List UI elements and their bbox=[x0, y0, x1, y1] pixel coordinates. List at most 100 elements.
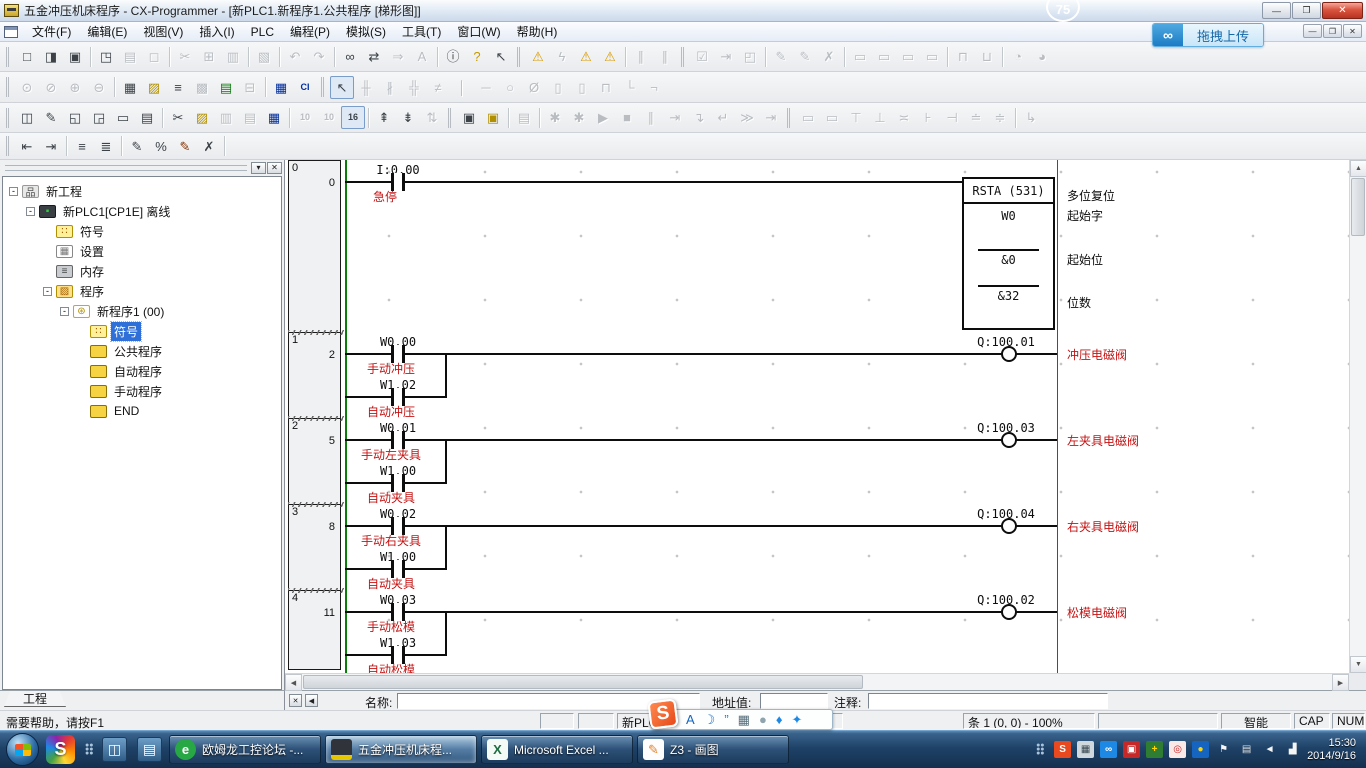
messenger-tray-icon[interactable]: ● bbox=[1192, 741, 1209, 758]
account-icon[interactable]: ● bbox=[759, 713, 767, 726]
indent-rung-button[interactable]: ⇥ bbox=[39, 135, 63, 158]
start-button[interactable] bbox=[6, 733, 39, 766]
window-layout-3-button[interactable]: ◲ bbox=[87, 106, 111, 129]
rung-comment-button[interactable]: ▨ bbox=[142, 76, 166, 99]
sogou-launcher-icon[interactable]: S bbox=[46, 735, 75, 764]
sogou-logo-icon[interactable]: S bbox=[647, 698, 678, 729]
restore-button[interactable]: ❐ bbox=[1292, 2, 1321, 19]
stamp-tray-icon[interactable]: ◎ bbox=[1169, 741, 1186, 758]
tree-item-plc-device[interactable]: -▪新PLC1[CP1E] 离线 bbox=[5, 201, 281, 221]
symbol-bar-button[interactable]: ▤ bbox=[214, 76, 238, 99]
night-mode-icon[interactable]: ☽ bbox=[704, 713, 716, 726]
open-button[interactable]: ◨ bbox=[39, 45, 63, 68]
status-ime-mode[interactable]: 智能 bbox=[1221, 713, 1291, 729]
pen-comment-button[interactable]: ✎ bbox=[173, 135, 197, 158]
comment-input[interactable] bbox=[868, 693, 1108, 709]
watch-prev-button[interactable]: ◀ bbox=[305, 694, 318, 707]
context-help-button[interactable]: ↖ bbox=[489, 45, 513, 68]
help-button[interactable]: ? bbox=[465, 45, 489, 68]
window-layout-2-button[interactable]: ◱ bbox=[63, 106, 87, 129]
drag-upload-button[interactable]: ∞ 拖拽上传 bbox=[1152, 23, 1264, 47]
address-table-button[interactable]: ▦ bbox=[269, 76, 293, 99]
mdi-minimize-button[interactable]: — bbox=[1303, 24, 1322, 38]
menu-item-window[interactable]: 窗口(W) bbox=[449, 23, 508, 41]
differential-down-button[interactable]: ⇟ bbox=[396, 106, 420, 129]
tray-expander[interactable]: ●●●●●● bbox=[1036, 744, 1044, 756]
save-button[interactable]: ▣ bbox=[63, 45, 87, 68]
panel-close-button[interactable]: ✕ bbox=[267, 162, 282, 174]
menu-item-help[interactable]: 帮助(H) bbox=[509, 23, 566, 41]
new-button[interactable]: □ bbox=[15, 45, 39, 68]
media-quick-icon[interactable]: ▤ bbox=[137, 737, 162, 762]
menu-item-insert[interactable]: 插入(I) bbox=[191, 23, 242, 41]
english-mode-icon[interactable]: A bbox=[686, 713, 695, 726]
select-mode-button[interactable]: ↖ bbox=[330, 76, 354, 99]
tree-item-section-manual[interactable]: 手动程序 bbox=[5, 381, 281, 401]
tree-item-new-project[interactable]: -品新工程 bbox=[5, 181, 281, 201]
properties-button[interactable]: ▤ bbox=[135, 106, 159, 129]
tree-expander-icon[interactable]: - bbox=[9, 187, 18, 196]
grid-button[interactable]: ▦ bbox=[118, 76, 142, 99]
tree-item-section-end[interactable]: END bbox=[5, 401, 281, 421]
work-online-simulator-button[interactable]: ▣ bbox=[481, 106, 505, 129]
address-input[interactable] bbox=[760, 693, 828, 709]
menu-item-edit[interactable]: 编辑(E) bbox=[79, 23, 135, 41]
mdi-close-button[interactable]: ✕ bbox=[1343, 24, 1362, 38]
scroll-down-icon[interactable]: ▼ bbox=[1350, 656, 1366, 673]
ladder-diagram[interactable]: 0 0 1 2 2 5 3 8 4 11 bbox=[285, 160, 1349, 673]
taskbar-button-paint[interactable]: ✎Z3 - 画图 bbox=[637, 735, 789, 764]
scroll-left-icon[interactable]: ◀ bbox=[285, 674, 302, 691]
vertical-scrollbar[interactable]: ▲ ▼ bbox=[1349, 160, 1366, 673]
ladder-rung-4[interactable]: W0.03 手动松模 W1.03 自动松模 Q:100.02 松模电磁阀 bbox=[285, 590, 1349, 670]
pen-delete-button[interactable]: ✗ bbox=[197, 135, 221, 158]
cloud-tray-icon[interactable]: ∞ bbox=[1100, 741, 1117, 758]
tree-item-symbols-local[interactable]: ∷符号 bbox=[5, 321, 281, 341]
io-panel-button[interactable]: ▦ bbox=[262, 106, 286, 129]
taskbar-clock[interactable]: 15:30 2014/9/16 bbox=[1307, 737, 1356, 763]
taskbar-button-omron-forum[interactable]: e欧姆龙工控论坛 -... bbox=[169, 735, 321, 764]
ladder-rung-1[interactable]: W0.00 手动冲压 W1.02 自动冲压 Q:100.01 冲压电磁阀 bbox=[285, 332, 1349, 418]
menu-item-program[interactable]: 编程(P) bbox=[282, 23, 338, 41]
vertical-scroll-thumb[interactable] bbox=[1351, 178, 1365, 236]
network-signal-icon[interactable]: ▟ bbox=[1284, 741, 1301, 758]
align-comments-button[interactable]: ≡ bbox=[70, 135, 94, 158]
menu-item-file[interactable]: 文件(F) bbox=[24, 23, 79, 41]
address-reference-button[interactable]: ▨ bbox=[190, 106, 214, 129]
menu-item-plc[interactable]: PLC bbox=[243, 23, 282, 41]
ladder-rung-3[interactable]: W0.02 手动右夹具 W1.00 自动夹具 Q:100.04 右夹具电磁阀 bbox=[285, 504, 1349, 590]
scroll-right-icon[interactable]: ▶ bbox=[1332, 674, 1349, 691]
ci-view-button[interactable]: CI bbox=[293, 76, 317, 99]
scroll-up-icon[interactable]: ▲ bbox=[1350, 160, 1366, 177]
sogou-tray-icon[interactable]: S bbox=[1054, 741, 1071, 758]
tree-item-program-1[interactable]: -⊛新程序1 (00) bbox=[5, 301, 281, 321]
output-coil[interactable] bbox=[1001, 346, 1017, 362]
minimize-button[interactable]: — bbox=[1262, 2, 1291, 19]
menu-item-view[interactable]: 视图(V) bbox=[135, 23, 191, 41]
window-layout-4-button[interactable]: ▭ bbox=[111, 106, 135, 129]
find-button[interactable]: ∞ bbox=[338, 45, 362, 68]
transfer-warnings-button[interactable]: ⚠ bbox=[598, 45, 622, 68]
tree-expander-icon[interactable]: - bbox=[60, 307, 69, 316]
new-window-button[interactable]: ◫ bbox=[15, 106, 39, 129]
symbol-lookup-button[interactable]: ◳ bbox=[94, 45, 118, 68]
tree-expander-icon[interactable]: - bbox=[43, 287, 52, 296]
compile-button[interactable]: ⚠ bbox=[526, 45, 550, 68]
function-block-operand[interactable]: &0 bbox=[964, 253, 1053, 267]
menu-item-tools[interactable]: 工具(T) bbox=[394, 23, 449, 41]
mdi-restore-button[interactable]: ❐ bbox=[1323, 24, 1342, 38]
output-coil[interactable] bbox=[1001, 518, 1017, 534]
tree-item-programs[interactable]: -▨程序 bbox=[5, 281, 281, 301]
emoticon-icon[interactable]: ” bbox=[724, 713, 728, 726]
tree-item-section-common[interactable]: 公共程序 bbox=[5, 341, 281, 361]
taskbar-button-cx-programmer[interactable]: 五金冲压机床程... bbox=[325, 735, 477, 764]
ime-toolbar[interactable]: S A☽”▦●♦✦ bbox=[651, 709, 833, 730]
function-block-operand[interactable]: W0 bbox=[964, 209, 1053, 223]
comment-anchor-button[interactable]: ≣ bbox=[94, 135, 118, 158]
cross-reference-button[interactable]: ✂ bbox=[166, 106, 190, 129]
action-center-flag-icon[interactable]: ⚑ bbox=[1215, 741, 1232, 758]
taskbar-button-excel[interactable]: XMicrosoft Excel ... bbox=[481, 735, 633, 764]
explorer-quick-icon[interactable]: ◫ bbox=[102, 737, 127, 762]
horizontal-scroll-thumb[interactable] bbox=[303, 675, 863, 689]
green-plus-tray-icon[interactable]: + bbox=[1146, 741, 1163, 758]
pen-percent-button[interactable]: % bbox=[149, 135, 173, 158]
